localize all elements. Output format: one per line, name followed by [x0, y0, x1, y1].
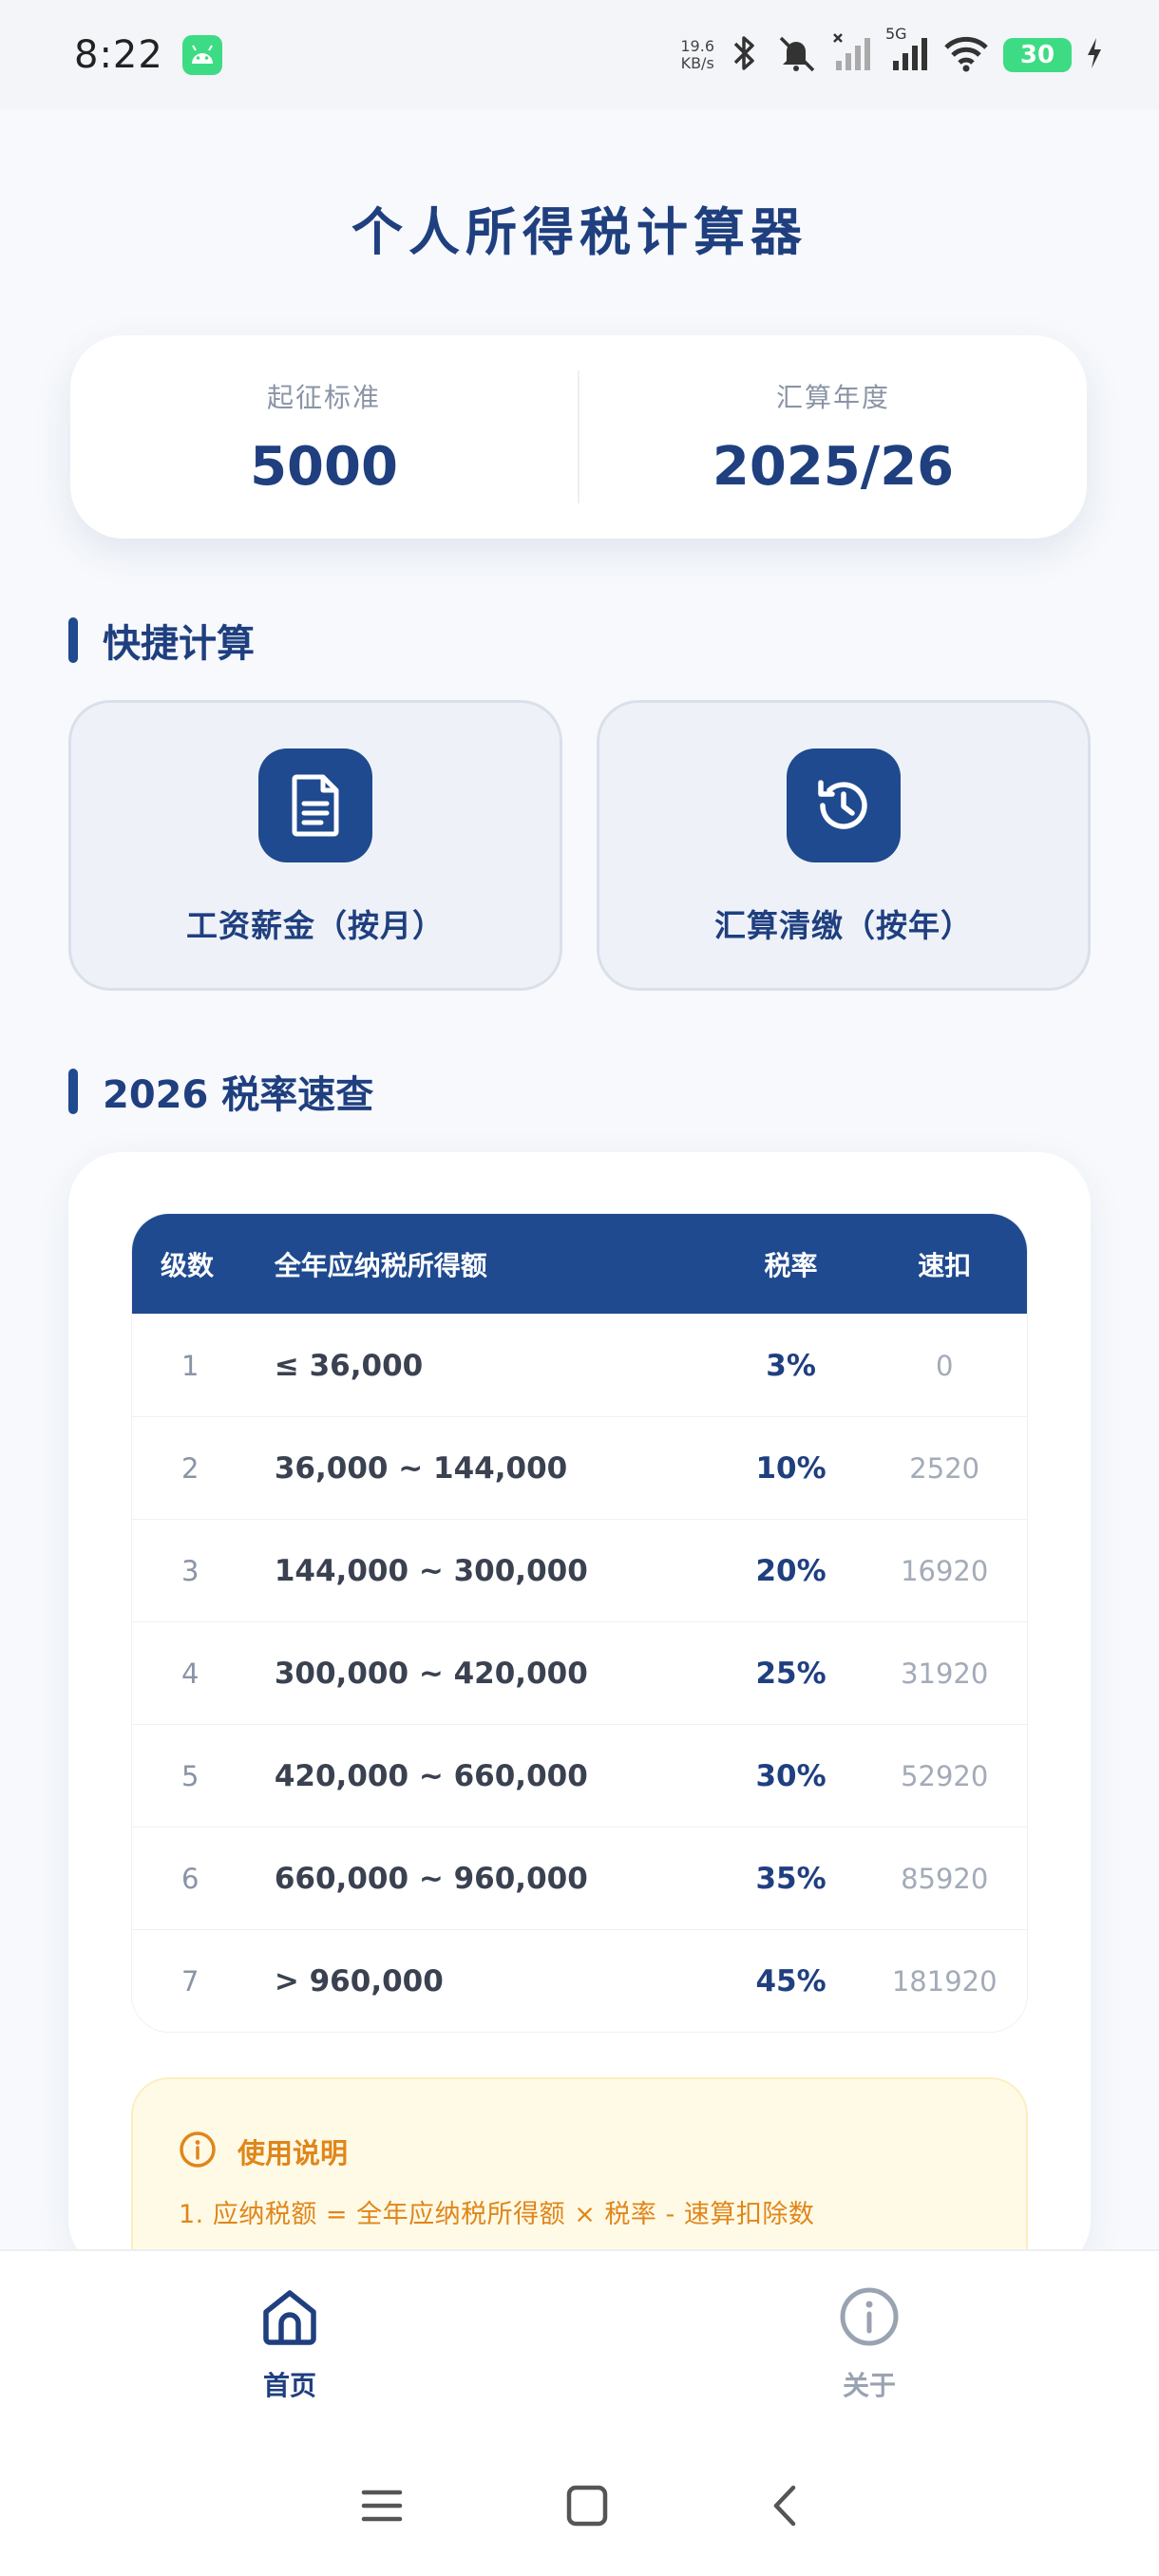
- table-row: 5 420,000 ~ 660,000 30% 52920: [132, 1724, 1027, 1827]
- status-time: 8:22: [74, 32, 163, 77]
- row-range: 144,000 ~ 300,000: [274, 1553, 588, 1588]
- row-quick: 31920: [901, 1657, 989, 1690]
- header-level: 级数: [161, 1249, 215, 1281]
- header-range: 全年应纳税所得额: [274, 1249, 487, 1281]
- usage-note-title: 使用说明: [238, 2137, 349, 2169]
- row-quick: 181920: [891, 1964, 998, 1998]
- table-row: 3 144,000 ~ 300,000 20% 16920: [132, 1519, 1027, 1621]
- info-icon: [179, 2131, 217, 2172]
- rate-section-title: 2026 税率速查: [103, 1073, 374, 1117]
- row-quick: 52920: [901, 1759, 989, 1792]
- home-square-icon[interactable]: [565, 2484, 609, 2531]
- history-icon: [787, 748, 901, 862]
- row-quick: 2520: [909, 1451, 980, 1485]
- row-quick: 85920: [901, 1862, 989, 1895]
- threshold-label: 起征标准: [266, 381, 381, 413]
- menu-icon[interactable]: [360, 2487, 404, 2529]
- status-left: 8:22: [74, 33, 222, 77]
- info-card: 起征标准 5000 汇算年度 2025/26: [70, 335, 1087, 539]
- page-title: 个人所得税计算器: [352, 202, 808, 262]
- charging-icon: [1085, 36, 1104, 74]
- row-level: 4: [181, 1657, 200, 1690]
- network-speed: 19.6 KB/s: [680, 36, 714, 72]
- row-quick: 16920: [901, 1554, 989, 1587]
- header-quick: 速扣: [918, 1249, 972, 1281]
- row-range: > 960,000: [274, 1963, 444, 1998]
- header-rate: 税率: [764, 1249, 818, 1281]
- row-rate: 45%: [755, 1963, 826, 1998]
- nav-home-label: 首页: [262, 2370, 316, 2401]
- table-row: 4 300,000 ~ 420,000 25% 31920: [132, 1621, 1027, 1724]
- row-level: 5: [181, 1759, 200, 1792]
- back-icon[interactable]: [770, 2484, 799, 2531]
- salary-calc-label: 工资薪金（按月）: [186, 907, 445, 944]
- usage-note-header: 使用说明: [179, 2131, 348, 2172]
- rate-table-header: 级数 全年应纳税所得额 税率 速扣: [132, 1214, 1027, 1314]
- row-range: 36,000 ~ 144,000: [274, 1450, 568, 1486]
- wifi-icon: [942, 32, 990, 78]
- row-range: 300,000 ~ 420,000: [274, 1656, 588, 1691]
- nav-about[interactable]: 关于: [580, 2251, 1159, 2439]
- signal-empty-icon: [832, 32, 874, 78]
- speed-value: 19.6: [680, 36, 714, 55]
- annual-calc-button[interactable]: 汇算清缴（按年）: [597, 700, 1091, 991]
- row-level: 3: [181, 1554, 200, 1587]
- year-value: 2025/26: [712, 435, 955, 498]
- table-row: 2 36,000 ~ 144,000 10% 2520: [132, 1416, 1027, 1519]
- document-icon: [258, 748, 372, 862]
- battery-indicator: 30: [1003, 37, 1072, 72]
- rate-section-header: 2026 税率速查: [68, 1064, 373, 1119]
- year-block: 汇算年度 2025/26: [580, 377, 1087, 498]
- bluetooth-icon: [728, 32, 760, 78]
- quick-section-title: 快捷计算: [103, 622, 255, 666]
- system-nav-bar: [0, 2439, 1159, 2576]
- mute-icon: [773, 32, 819, 78]
- threshold-value: 5000: [250, 435, 398, 498]
- row-level: 7: [181, 1964, 200, 1998]
- row-level: 6: [181, 1862, 200, 1895]
- usage-note-line: 1. 应纳税额 = 全年应纳税所得额 × 税率 - 速算扣除数: [179, 2200, 815, 2229]
- android-icon: [181, 34, 222, 75]
- status-right: 19.6 KB/s 5G 30: [680, 25, 1104, 78]
- annual-calc-label: 汇算清缴（按年）: [714, 907, 973, 944]
- status-bar: 8:22 19.6 KB/s 5G 30: [0, 0, 1159, 109]
- home-icon: [258, 2285, 321, 2352]
- nav-about-label: 关于: [842, 2370, 896, 2401]
- quick-section-header: 快捷计算: [68, 613, 255, 668]
- row-rate: 35%: [755, 1861, 826, 1896]
- table-row: 6 660,000 ~ 960,000 35% 85920: [132, 1827, 1027, 1929]
- row-rate: 20%: [755, 1553, 826, 1588]
- info-icon: [838, 2285, 901, 2352]
- bottom-nav: 首页 关于: [0, 2249, 1159, 2439]
- row-rate: 30%: [755, 1758, 826, 1793]
- network-type: 5G: [885, 24, 907, 43]
- row-range: 420,000 ~ 660,000: [274, 1758, 588, 1793]
- section-accent-bar: [68, 617, 78, 663]
- nav-home[interactable]: 首页: [0, 2251, 580, 2439]
- year-label: 汇算年度: [775, 381, 890, 413]
- row-level: 1: [181, 1349, 200, 1382]
- section-accent-bar: [68, 1069, 78, 1114]
- row-range: ≤ 36,000: [274, 1348, 424, 1383]
- row-rate: 3%: [766, 1348, 816, 1383]
- row-level: 2: [181, 1451, 200, 1485]
- row-rate: 25%: [755, 1656, 826, 1691]
- row-rate: 10%: [755, 1450, 826, 1486]
- rate-table: 级数 全年应纳税所得额 税率 速扣 1 ≤ 36,000 3% 0 2 36,0…: [131, 1213, 1028, 2033]
- table-row: 7 > 960,000 45% 181920: [132, 1929, 1027, 2032]
- row-quick: 0: [935, 1349, 954, 1382]
- signal-5g-icon: 5G: [885, 25, 929, 78]
- threshold-block: 起征标准 5000: [70, 377, 578, 498]
- row-range: 660,000 ~ 960,000: [274, 1861, 588, 1896]
- speed-unit: KB/s: [680, 53, 714, 72]
- salary-calc-button[interactable]: 工资薪金（按月）: [68, 700, 562, 991]
- table-row: 1 ≤ 36,000 3% 0: [132, 1314, 1027, 1416]
